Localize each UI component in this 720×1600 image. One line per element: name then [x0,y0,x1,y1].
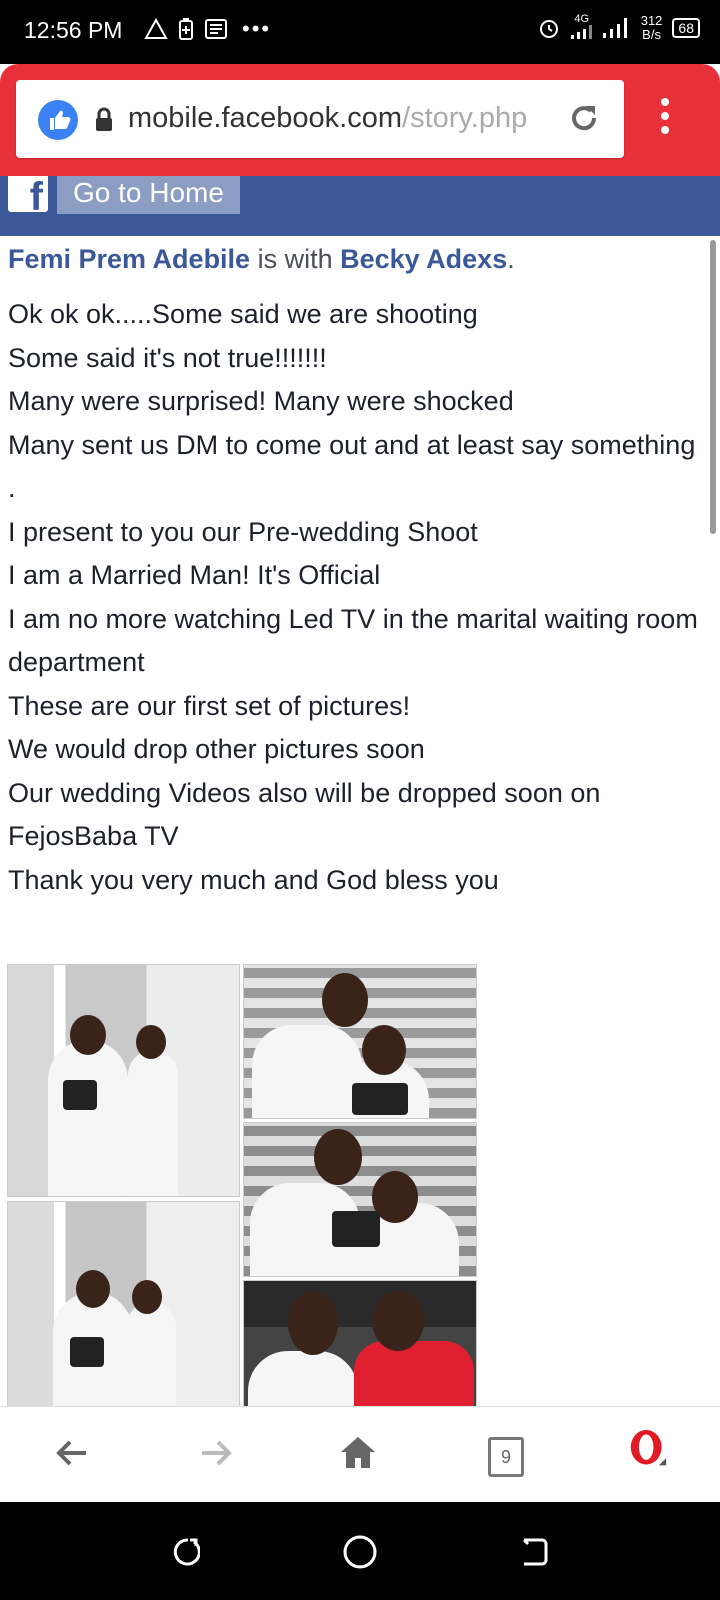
battery-indicator: 68 [672,18,700,38]
like-icon[interactable] [38,100,78,140]
photo-3[interactable] [243,1122,477,1277]
photo-2[interactable] [243,964,477,1119]
address-bar[interactable]: mobile.facebook.com/story.php [16,80,624,158]
news-icon [205,19,227,39]
header-period: . [507,244,515,274]
recents-icon[interactable] [168,1536,200,1568]
tabs-icon[interactable]: 9 [488,1437,524,1477]
home-icon[interactable] [338,1433,378,1473]
post-body: Ok ok ok.....Some said we are shooting S… [8,299,698,895]
url-path: /story.php [402,102,528,134]
status-bar: 12:56 PM ••• 4G 312 B/s 68 [0,0,720,64]
android-home-icon[interactable] [342,1534,378,1570]
network-type: 4G [570,14,593,42]
photo-grid [7,964,477,1406]
opera-icon[interactable] [628,1429,668,1469]
signal-icon-2 [602,18,627,38]
facebook-logo-icon[interactable]: f [8,176,48,219]
url-domain: mobile.facebook.com [128,102,403,134]
tagged-user-link[interactable]: Becky Adexs [340,244,507,274]
alarm-icon [539,20,558,38]
more-notifications-icon: ••• [242,16,272,41]
with-text: is with [250,244,341,274]
battery-saver-icon [179,18,193,40]
status-left-icons: ••• [144,16,271,42]
author-link[interactable]: Femi Prem Adebile [8,244,250,274]
android-nav-bar [0,1502,720,1600]
photo-1[interactable] [7,964,240,1197]
photo-4[interactable] [7,1201,240,1406]
status-time: 12:56 PM [24,17,123,43]
lock-icon [96,107,112,131]
fb-header: f Go to Home [0,176,720,236]
post-header: Femi Prem Adebile is with Becky Adexs. [8,244,698,275]
photo-5[interactable] [243,1280,477,1406]
network-speed: 312 B/s [640,13,663,42]
warning-icon [144,18,168,39]
browser-toolbar: mobile.facebook.com/story.php [0,64,720,176]
menu-icon[interactable] [660,98,670,140]
page-scrollbar[interactable] [710,240,716,534]
back-icon[interactable] [52,1433,92,1473]
forward-icon[interactable] [196,1433,236,1473]
go-to-home-button[interactable]: Go to Home [57,176,240,214]
browser-bottom-nav: 9 [0,1406,720,1503]
url-text[interactable]: mobile.facebook.com/story.php [128,102,558,135]
signal-icon [570,25,592,39]
reload-icon[interactable] [566,100,602,136]
android-back-icon[interactable] [518,1536,550,1568]
post: Femi Prem Adebile is with Becky Adexs. O… [8,244,698,902]
status-right-icons: 4G 312 B/s 68 [537,14,700,42]
